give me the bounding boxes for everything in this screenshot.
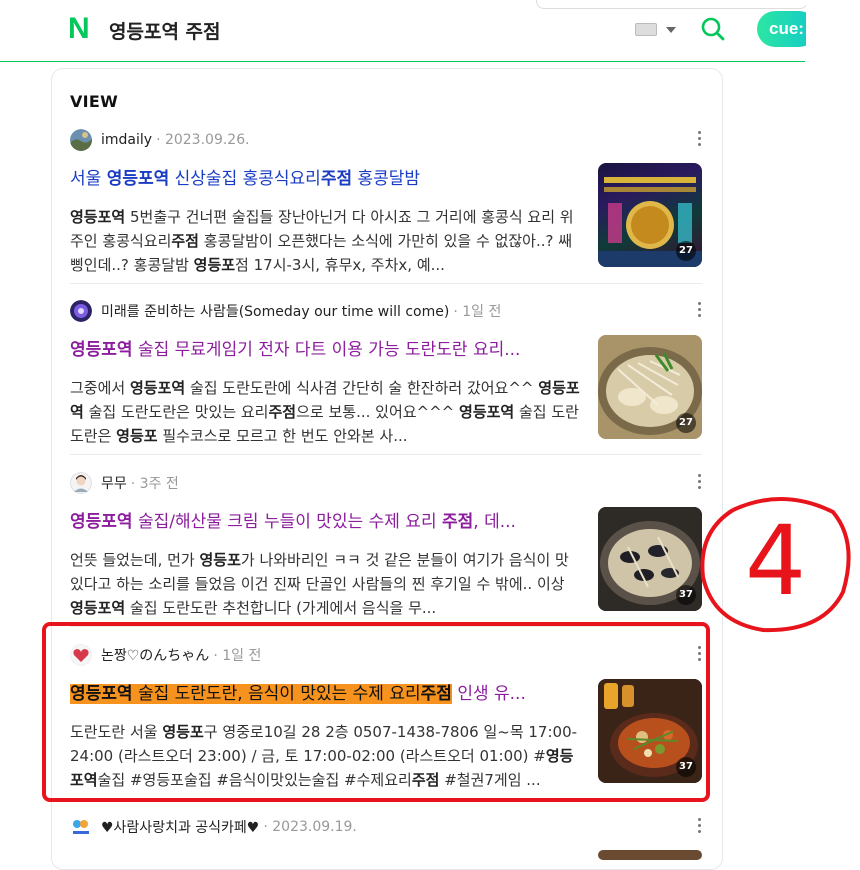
section-title: VIEW (70, 92, 119, 111)
annotation-number: 4 (745, 505, 806, 617)
avatar[interactable] (70, 129, 92, 151)
search-query-text[interactable]: 영등포역 주점 (109, 17, 221, 44)
post-meta: imdaily · 2023.09.26. (70, 128, 250, 152)
author-name[interactable]: 무무 (101, 473, 127, 493)
image-count-badge: 27 (676, 413, 696, 433)
post-title[interactable]: 서울 영등포역 신상술집 홍콩식요리주점 홍콩달밤 (70, 167, 582, 191)
post-thumbnail[interactable] (598, 850, 702, 860)
annotation-highlight-box (42, 622, 710, 802)
post-item: ♥사람사랑치과 공식카페♥ · 2023.09.19. (70, 815, 702, 860)
post-title-segment: 영등포역 (70, 512, 133, 532)
post-title-segment: 술집/해산물 크림 누들이 맛있는 수제 요리 (132, 512, 442, 532)
avatar[interactable] (70, 300, 92, 322)
annotation-number-circle: 4 (700, 497, 851, 633)
post-title-segment: , 데... (473, 512, 516, 532)
post-item: imdaily · 2023.09.26. 서울 영등포역 신상술집 홍콩식요리… (70, 128, 702, 274)
author-name[interactable]: 미래를 준비하는 사람들(Someday our time will come) (101, 301, 449, 321)
post-title[interactable]: 영등포역 술집 무료게임기 전자 다트 이용 가능 도란도란 요리... (70, 338, 582, 362)
post-date: · 2023.09.26. (156, 132, 250, 148)
avatar[interactable] (70, 816, 92, 838)
post-description[interactable]: 영등포역 5번출구 건너편 술집들 장난아닌거 다 아시죠 그 거리에 홍콩식 … (70, 205, 582, 277)
chevron-down-icon[interactable] (666, 27, 676, 33)
post-title-segment: 영등포역 (106, 169, 170, 189)
post-thumbnail[interactable]: 27 (598, 163, 702, 267)
post-title[interactable]: 영등포역 술집/해산물 크림 누들이 맛있는 수제 요리 주점, 데... (70, 510, 582, 534)
more-options-icon[interactable] (698, 131, 702, 149)
search-header: N 영등포역 주점 cue: (0, 0, 817, 62)
keyboard-icon[interactable] (635, 23, 657, 36)
more-options-icon[interactable] (698, 818, 702, 836)
post-date: · 1일 전 (453, 304, 502, 320)
post-item: 무무 · 3주 전 영등포역 술집/해산물 크림 누들이 맛있는 수제 요리 주… (70, 471, 702, 617)
divider (70, 283, 702, 284)
post-title-segment: 술집 무료게임기 전자 다트 이용 가능 도란도란 요리... (132, 340, 521, 360)
post-meta: ♥사람사랑치과 공식카페♥ · 2023.09.19. (70, 815, 357, 839)
post-title-segment: 영등포역 (70, 340, 133, 360)
post-description[interactable]: 언뜻 들었는데, 먼가 영등포가 나와바리인 ㅋㅋ 것 같은 분들이 여기가 음… (70, 548, 582, 620)
post-title-segment: 주점 (442, 512, 474, 532)
image-count-badge: 27 (676, 241, 696, 261)
search-icon[interactable] (700, 16, 726, 42)
post-thumbnail[interactable]: 27 (598, 335, 702, 439)
author-name[interactable]: ♥사람사랑치과 공식카페♥ (101, 817, 259, 837)
post-title-segment: 신상술집 홍콩식요리 (169, 169, 321, 189)
divider (70, 454, 702, 455)
more-options-icon[interactable] (698, 302, 702, 320)
post-date: · 3주 전 (130, 476, 179, 492)
author-name[interactable]: imdaily (101, 132, 152, 148)
post-item: 미래를 준비하는 사람들(Someday our time will come)… (70, 299, 702, 445)
post-date: · 2023.09.19. (263, 819, 357, 835)
page-margin (806, 0, 860, 62)
post-title-segment: 서울 (70, 169, 107, 189)
avatar[interactable] (70, 472, 92, 494)
post-description[interactable]: 그중에서 영등포역 술집 도란도란에 식사겸 간단히 술 한잔하러 갔어요^^ … (70, 376, 582, 448)
post-thumbnail[interactable]: 37 (598, 507, 702, 611)
post-meta: 미래를 준비하는 사람들(Someday our time will come)… (70, 299, 501, 323)
post-title-segment: 주점 (320, 169, 353, 189)
dropdown-popup-edge (536, 0, 808, 9)
naver-logo[interactable]: N (68, 14, 90, 44)
post-title-segment: 홍콩달밤 (352, 169, 421, 189)
post-meta: 무무 · 3주 전 (70, 471, 179, 495)
